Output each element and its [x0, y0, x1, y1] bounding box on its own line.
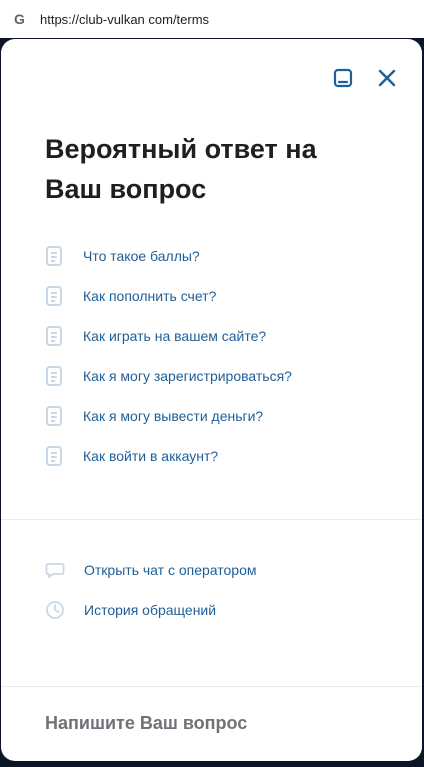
faq-item-label: Как войти в аккаунт?	[83, 448, 219, 464]
history-link[interactable]: История обращений	[45, 600, 216, 620]
panel-toolbar	[332, 67, 398, 89]
close-icon	[378, 69, 396, 87]
divider	[1, 519, 422, 520]
faq-item[interactable]: Как войти в аккаунт?	[45, 436, 292, 476]
google-icon: G	[14, 11, 25, 27]
faq-item-label: Как пополнить счет?	[83, 288, 217, 304]
faq-item[interactable]: Что такое баллы?	[45, 236, 292, 276]
browser-address-bar[interactable]: G https://club-vulkan com/terms	[0, 0, 424, 38]
faq-item-label: Как я могу вывести деньги?	[83, 408, 264, 424]
close-button[interactable]	[376, 67, 398, 89]
open-chat-link[interactable]: Открыть чат с оператором	[45, 560, 257, 580]
faq-item[interactable]: Как я могу зарегистрироваться?	[45, 356, 292, 396]
minimize-icon	[333, 68, 353, 88]
page-background-strip	[0, 761, 424, 767]
faq-item-label: Как я могу зарегистрироваться?	[83, 368, 292, 384]
document-icon	[46, 326, 62, 346]
clock-icon	[46, 601, 64, 619]
faq-item[interactable]: Как играть на вашем сайте?	[45, 316, 292, 356]
minimize-button[interactable]	[332, 67, 354, 89]
faq-item[interactable]: Как я могу вывести деньги?	[45, 396, 292, 436]
faq-item-label: Как играть на вашем сайте?	[83, 328, 267, 344]
faq-item-label: Что такое баллы?	[83, 248, 200, 264]
history-label: История обращений	[84, 602, 217, 618]
document-icon	[46, 286, 62, 306]
faq-item[interactable]: Как пополнить счет?	[45, 276, 292, 316]
divider	[1, 686, 422, 687]
document-icon	[46, 246, 62, 266]
document-icon	[46, 366, 62, 386]
url-text[interactable]: https://club-vulkan com/terms	[40, 12, 209, 27]
document-icon	[46, 446, 62, 466]
chat-bubble-icon	[45, 563, 65, 578]
open-chat-label: Открыть чат с оператором	[84, 562, 257, 578]
panel-heading: Вероятный ответ на Ваш вопрос	[45, 134, 317, 204]
faq-list: Что такое баллы? Как пополнить счет? Как…	[45, 236, 292, 476]
help-panel: Вероятный ответ на Ваш вопрос Что такое …	[1, 39, 422, 761]
question-input[interactable]: Напишите Ваш вопрос	[45, 713, 247, 734]
document-icon	[46, 406, 62, 426]
